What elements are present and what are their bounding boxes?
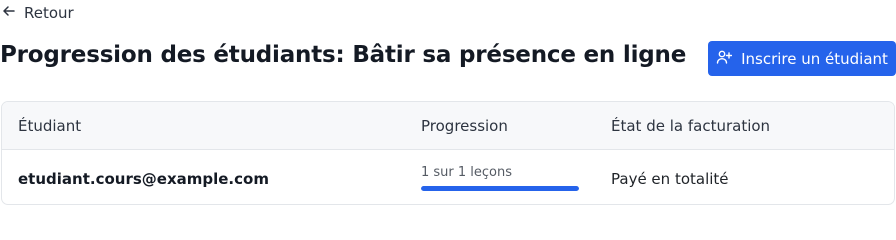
billing-status: Payé en totalité [611,170,729,188]
table-header: Étudiant Progression État de la facturat… [2,102,894,150]
progress-bar-fill [421,186,579,191]
students-table: Étudiant Progression État de la facturat… [1,101,895,205]
progress-bar [421,186,579,191]
column-header-progress[interactable]: Progression [421,117,508,135]
back-link[interactable]: Retour [2,4,74,22]
page-title: Progression des étudiants: Bâtir sa prés… [0,42,687,68]
arrow-left-icon [2,4,16,22]
column-header-billing[interactable]: État de la facturation [611,117,770,135]
enroll-student-button[interactable]: Inscrire un étudiant [708,41,896,76]
back-label: Retour [24,4,74,22]
table-row[interactable]: etudiant.cours@example.com 1 sur 1 leçon… [2,150,894,204]
progress-text: 1 sur 1 leçons [421,165,513,180]
enroll-student-label: Inscrire un étudiant [741,49,888,68]
user-plus-icon [716,49,733,69]
student-email: etudiant.cours@example.com [18,170,269,188]
column-header-student[interactable]: Étudiant [18,117,81,135]
